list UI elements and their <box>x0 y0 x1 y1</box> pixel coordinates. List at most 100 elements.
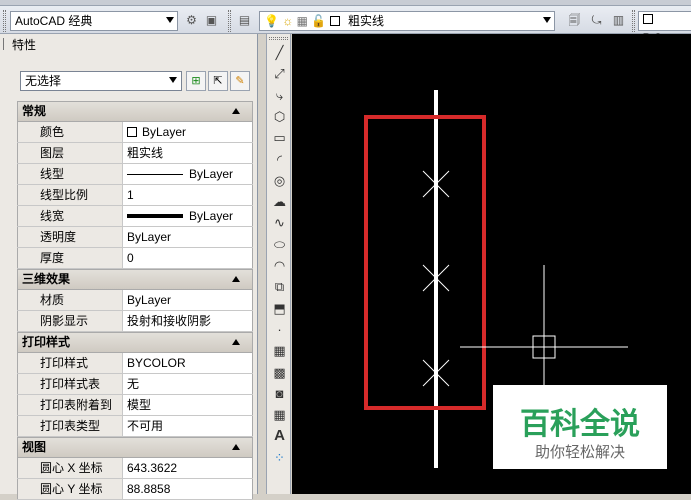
color-dropdown[interactable]: ByLayer <box>638 11 691 44</box>
layer-previous-icon[interactable]: ⤿ <box>588 12 605 29</box>
spline-icon[interactable]: ∿ <box>272 215 287 230</box>
revision-cloud-icon[interactable]: ☁ <box>272 194 287 209</box>
mtext-icon[interactable]: A <box>272 428 287 443</box>
insert-block-icon[interactable]: ⧉ <box>272 279 287 294</box>
property-label: 打印表附着到 <box>17 395 123 415</box>
property-value[interactable]: ByLayer <box>123 227 253 247</box>
workspace-switch-icon[interactable]: ▣ <box>203 12 220 29</box>
collapse-icon[interactable] <box>232 444 240 450</box>
property-row[interactable]: 图层 粗实线 <box>17 143 253 164</box>
region-icon[interactable]: ◙ <box>272 386 287 401</box>
lightbulb-icon: 💡 <box>264 14 279 28</box>
property-label: 圆心 X 坐标 <box>17 458 123 478</box>
property-row[interactable]: 透明度 ByLayer <box>17 227 253 248</box>
gradient-icon[interactable]: ▩ <box>272 365 287 380</box>
property-value[interactable]: ByLayer <box>123 206 253 226</box>
make-current-layer-icon[interactable]: 🗐 <box>566 12 583 29</box>
section-header[interactable]: 视图 <box>17 437 253 458</box>
property-value[interactable]: 1 <box>123 185 253 205</box>
circle-icon[interactable]: ◎ <box>272 173 287 188</box>
sun-icon: ☼ <box>282 14 294 28</box>
layer-color-swatch <box>329 16 340 26</box>
polygon-icon[interactable]: ⬡ <box>272 109 287 124</box>
layer-dropdown[interactable]: 💡 ☼ ▦ 🔓 粗实线 <box>259 11 555 31</box>
construction-line-icon[interactable]: ⤢ <box>272 66 287 81</box>
property-row[interactable]: 打印表附着到 模型 <box>17 395 253 416</box>
section-title: 常规 <box>22 104 47 118</box>
property-value-text: ByLayer <box>189 209 234 223</box>
property-row[interactable]: 颜色 ByLayer <box>17 122 253 143</box>
property-value-text: 不可用 <box>127 419 164 433</box>
hatch-icon[interactable]: ▦ <box>272 343 287 358</box>
toolbar-grip[interactable] <box>3 10 6 32</box>
workspace-settings-icon[interactable]: ⚙ <box>183 12 200 29</box>
property-row[interactable]: 材质 ByLayer <box>17 290 253 311</box>
ellipse-icon[interactable]: ⬭ <box>272 237 287 252</box>
ellipse-arc-icon[interactable]: ◠ <box>272 258 287 273</box>
property-value[interactable]: ByLayer <box>123 290 253 310</box>
table-icon[interactable]: ▦ <box>272 407 287 422</box>
property-value[interactable]: 模型 <box>123 395 253 415</box>
property-value[interactable]: ByLayer <box>123 164 253 184</box>
property-value-text: 0 <box>127 251 134 265</box>
property-row[interactable]: 线型 ByLayer <box>17 164 253 185</box>
toolbar-grip[interactable] <box>632 10 635 32</box>
property-value[interactable]: 投射和接收阴影 <box>123 311 253 331</box>
toggle-pickadd-icon[interactable]: ⊞ <box>186 71 206 91</box>
arc-icon[interactable]: ◜ <box>272 152 287 167</box>
quick-select-icon[interactable]: ✎ <box>230 71 250 91</box>
selection-dropdown[interactable]: 无选择 <box>20 71 182 91</box>
property-value[interactable]: BYCOLOR <box>123 353 253 373</box>
palette-title-bar[interactable]: 特性 <box>0 34 257 56</box>
properties-palette: 特性 无选择 ⊞ ⇱ ✎ 常规 颜色 ByLayer 图层 粗实线 线型 ByLayer 线型… <box>0 34 258 500</box>
property-row[interactable]: 打印表类型 不可用 <box>17 416 253 437</box>
lock-icon: 🔓 <box>311 14 327 28</box>
line-icon[interactable]: ╱ <box>272 45 287 60</box>
property-label: 打印样式表 <box>17 374 123 394</box>
toolbar-grip[interactable] <box>269 37 288 40</box>
watermark-subtitle: 助你轻松解决 <box>534 444 625 461</box>
section-header[interactable]: 三维效果 <box>17 269 253 290</box>
property-value-text: BYCOLOR <box>127 356 186 370</box>
collapse-icon[interactable] <box>232 276 240 282</box>
property-value-text: ByLayer <box>127 293 172 307</box>
collapse-icon[interactable] <box>232 108 240 114</box>
property-value[interactable]: 643.3622 <box>123 458 253 478</box>
property-row[interactable]: 圆心 Y 坐标 88.8858 <box>17 479 253 500</box>
point-icon[interactable]: · <box>272 322 287 337</box>
toolbar-grip[interactable] <box>228 10 231 32</box>
color-swatch <box>643 14 653 24</box>
property-row[interactable]: 打印样式表无 <box>17 374 253 395</box>
property-label: 材质 <box>17 290 123 310</box>
property-value[interactable]: 88.8858 <box>123 479 253 499</box>
workspace-value: AutoCAD 经典 <box>15 14 93 28</box>
palette-title: 特性 <box>12 38 37 52</box>
section-header[interactable]: 打印样式 <box>17 332 253 353</box>
property-label: 线型 <box>17 164 123 184</box>
property-value[interactable]: 不可用 <box>123 416 253 436</box>
make-block-icon[interactable]: ⬒ <box>272 301 287 316</box>
palette-grip[interactable] <box>3 38 5 50</box>
workspace-dropdown[interactable]: AutoCAD 经典 <box>10 11 178 31</box>
property-row[interactable]: 圆心 X 坐标 643.3622 <box>17 458 253 479</box>
selection-value: 无选择 <box>25 74 62 88</box>
rectangle-icon[interactable]: ▭ <box>272 130 287 145</box>
polyline-icon[interactable]: ⤷ <box>272 88 287 103</box>
property-row[interactable]: 打印样式 BYCOLOR <box>17 353 253 374</box>
property-value-text: 643.3622 <box>127 461 178 475</box>
property-value[interactable]: 0 <box>123 248 253 268</box>
layer-state-icon[interactable]: ▥ <box>610 12 627 29</box>
property-value[interactable]: 粗实线 <box>123 143 253 163</box>
property-row[interactable]: 厚度 0 <box>17 248 253 269</box>
section-header[interactable]: 常规 <box>17 101 253 122</box>
layer-manager-icon[interactable]: ▤ <box>236 12 253 29</box>
add-selected-icon[interactable]: ⁘ <box>272 450 287 465</box>
property-row[interactable]: 线宽 ByLayer <box>17 206 253 227</box>
property-value[interactable]: 无 <box>123 374 253 394</box>
section-title: 打印样式 <box>22 335 71 349</box>
select-objects-icon[interactable]: ⇱ <box>208 71 228 91</box>
property-row[interactable]: 阴影显示 投射和接收阴影 <box>17 311 253 332</box>
collapse-icon[interactable] <box>232 339 240 345</box>
property-row[interactable]: 线型比例 1 <box>17 185 253 206</box>
property-value[interactable]: ByLayer <box>123 122 253 142</box>
